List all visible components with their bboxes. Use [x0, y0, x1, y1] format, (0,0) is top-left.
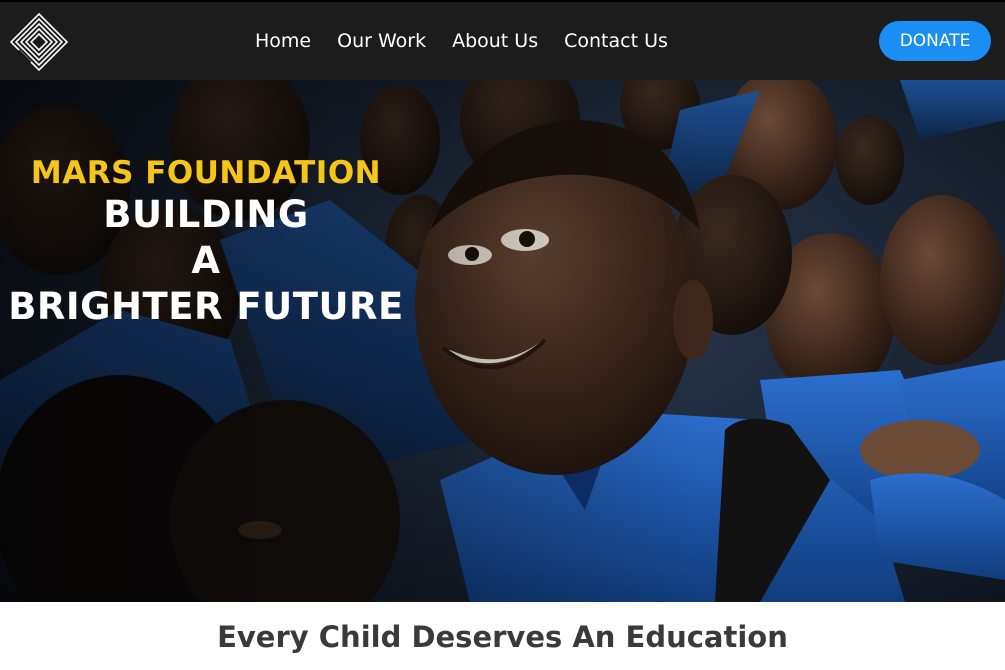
foundation-name: MARS FOUNDATION	[30, 155, 382, 191]
navbar: Home Our Work About Us Contact Us DONATE	[0, 0, 1005, 80]
hero-text-block: MARS FOUNDATION BUILDING A BRIGHTER FUTU…	[0, 154, 412, 330]
hero-line-brighter-future: BRIGHTER FUTURE	[8, 285, 404, 328]
nav-contact-us[interactable]: Contact Us	[564, 30, 668, 52]
section-heading: Every Child Deserves An Education	[217, 620, 788, 654]
hero-line-building: BUILDING	[103, 193, 309, 236]
donate-button[interactable]: DONATE	[879, 21, 991, 61]
nav-home[interactable]: Home	[255, 30, 311, 52]
nav-about-us[interactable]: About Us	[452, 30, 538, 52]
diamond-lines-logo-icon[interactable]	[8, 11, 70, 73]
main-nav: Home Our Work About Us Contact Us	[255, 30, 694, 52]
hero-line-a: A	[191, 239, 221, 282]
nav-our-work[interactable]: Our Work	[337, 30, 426, 52]
hero-banner: MARS FOUNDATION BUILDING A BRIGHTER FUTU…	[0, 80, 1005, 602]
page: Home Our Work About Us Contact Us DONATE	[0, 0, 1005, 670]
